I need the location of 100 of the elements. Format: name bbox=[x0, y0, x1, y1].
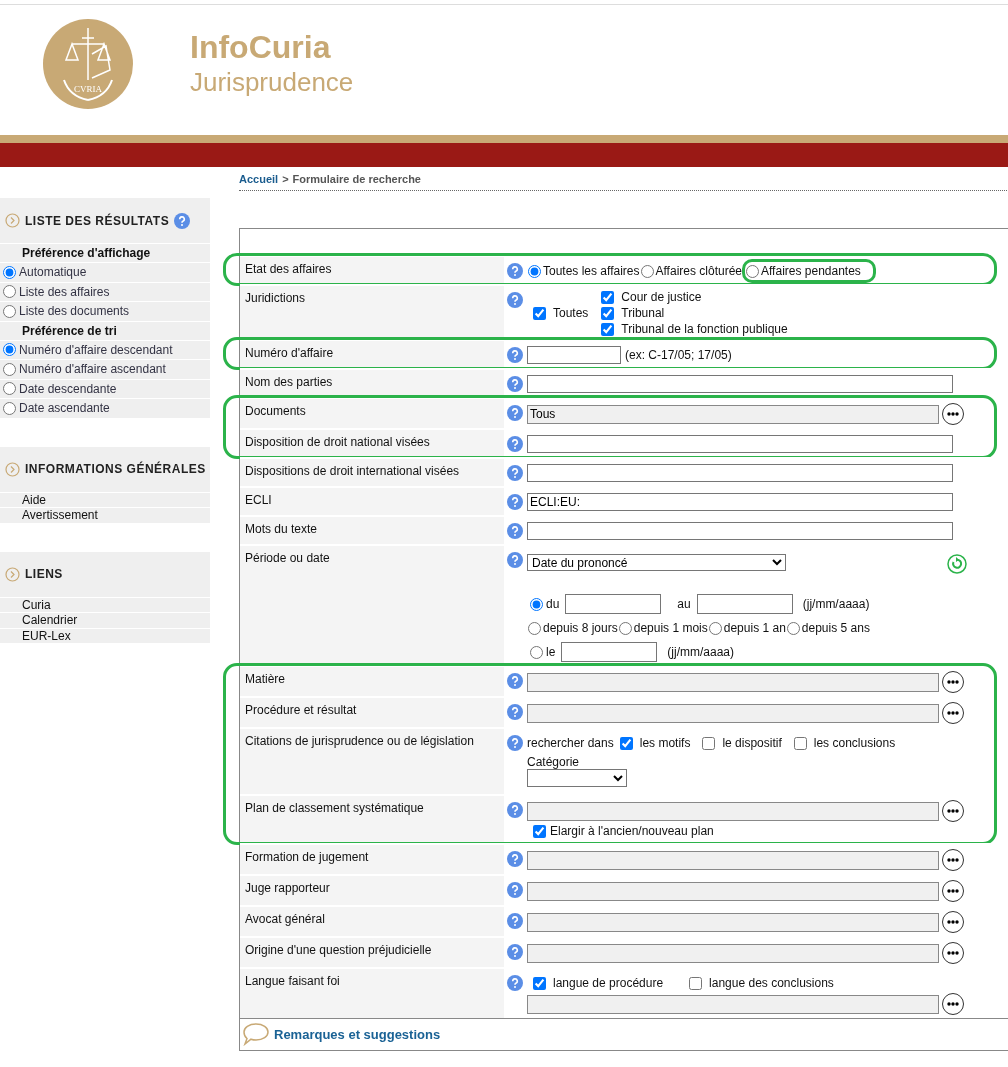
checkbox-label[interactable]: Toutes bbox=[553, 306, 589, 320]
checkbox[interactable] bbox=[619, 736, 633, 750]
sidebar-link[interactable]: Calendrier bbox=[22, 613, 78, 627]
checkbox[interactable] bbox=[533, 976, 546, 990]
option-label[interactable]: depuis 8 jours bbox=[543, 621, 618, 635]
help-icon[interactable] bbox=[507, 944, 523, 960]
radio-button[interactable] bbox=[3, 362, 16, 376]
option-label[interactable]: Toutes les affaires bbox=[543, 264, 640, 278]
option-label[interactable]: Liste des documents bbox=[19, 304, 130, 319]
sidebar-link[interactable]: Curia bbox=[22, 597, 51, 612]
option-label[interactable]: depuis 1 mois bbox=[633, 621, 708, 635]
option-label[interactable]: du bbox=[546, 597, 560, 611]
option-label[interactable]: Affaires clôturée bbox=[655, 264, 742, 278]
help-icon[interactable] bbox=[507, 347, 523, 363]
more-button[interactable] bbox=[942, 702, 964, 724]
sidebar-link[interactable]: Aide bbox=[22, 492, 47, 507]
more-button[interactable] bbox=[942, 671, 964, 693]
help-icon[interactable] bbox=[507, 494, 523, 510]
checkbox-label[interactable]: Elargir à l'ancien/nouveau plan bbox=[550, 824, 714, 838]
picker-field[interactable] bbox=[527, 703, 939, 723]
help-icon[interactable] bbox=[507, 263, 523, 279]
picker-field[interactable] bbox=[527, 801, 939, 821]
checkbox-label[interactable]: Cour de justice bbox=[621, 290, 702, 304]
sidebar-link[interactable]: EUR-Lex bbox=[22, 628, 71, 643]
help-icon[interactable] bbox=[507, 802, 523, 818]
text-field[interactable] bbox=[527, 435, 953, 453]
checkbox[interactable] bbox=[702, 736, 716, 750]
radio-button[interactable] bbox=[3, 382, 16, 396]
picker-field[interactable]: Tous bbox=[527, 404, 939, 424]
radio-button[interactable] bbox=[618, 621, 632, 635]
radio-button[interactable] bbox=[530, 645, 543, 659]
help-icon[interactable] bbox=[507, 465, 523, 481]
radio-button[interactable] bbox=[708, 621, 722, 635]
checkbox[interactable] bbox=[601, 290, 615, 304]
checkbox-label[interactable]: langue des conclusions bbox=[709, 976, 834, 990]
help-icon[interactable] bbox=[507, 704, 523, 720]
checkbox[interactable] bbox=[689, 976, 703, 990]
help-icon[interactable] bbox=[507, 523, 523, 539]
more-button[interactable] bbox=[942, 942, 964, 964]
picker-field[interactable] bbox=[527, 943, 939, 963]
checkbox[interactable] bbox=[601, 306, 615, 320]
more-button[interactable] bbox=[942, 993, 964, 1015]
checkbox-label[interactable]: Tribunal de la fonction publique bbox=[621, 322, 788, 336]
more-button[interactable] bbox=[942, 849, 964, 871]
date-field[interactable] bbox=[561, 642, 658, 662]
date-field[interactable] bbox=[565, 594, 662, 614]
radio-button[interactable] bbox=[528, 621, 541, 635]
radio-button[interactable] bbox=[746, 264, 759, 278]
option-label[interactable]: Liste des affaires bbox=[19, 284, 110, 299]
help-icon[interactable] bbox=[507, 552, 523, 568]
option-label[interactable]: le bbox=[546, 645, 556, 659]
option-label[interactable]: Date descendante bbox=[19, 381, 117, 396]
text-field[interactable]: ECLI:EU: bbox=[527, 493, 953, 511]
date-field[interactable] bbox=[696, 594, 793, 614]
radio-button[interactable] bbox=[640, 264, 654, 278]
help-icon[interactable] bbox=[507, 851, 523, 867]
picker-field[interactable] bbox=[527, 850, 939, 870]
text-field[interactable] bbox=[527, 375, 953, 393]
checkbox[interactable] bbox=[601, 322, 615, 336]
checkbox[interactable] bbox=[533, 306, 546, 320]
more-button[interactable] bbox=[942, 880, 964, 902]
help-icon[interactable] bbox=[507, 405, 523, 421]
help-icon[interactable] bbox=[507, 292, 523, 308]
help-icon[interactable] bbox=[507, 376, 523, 392]
text-field[interactable] bbox=[527, 522, 953, 540]
help-icon[interactable] bbox=[507, 735, 523, 751]
picker-field[interactable] bbox=[527, 912, 939, 932]
option-label[interactable]: Affaires pendantes bbox=[761, 264, 861, 278]
checkbox-label[interactable]: Tribunal bbox=[621, 306, 665, 320]
picker-field[interactable] bbox=[527, 881, 939, 901]
checkbox-label[interactable]: les conclusions bbox=[813, 736, 896, 750]
option-label[interactable]: Numéro d'affaire ascendant bbox=[19, 362, 166, 377]
option-label[interactable]: Numéro d'affaire descendant bbox=[19, 342, 173, 357]
checkbox-label[interactable]: les motifs bbox=[639, 736, 691, 750]
radio-button[interactable] bbox=[3, 285, 16, 299]
checkbox[interactable] bbox=[793, 736, 807, 750]
more-button[interactable] bbox=[942, 800, 964, 822]
breadcrumb-link[interactable]: Accueil bbox=[239, 173, 279, 185]
sidebar-link[interactable]: Avertissement bbox=[22, 508, 98, 522]
radio-button[interactable] bbox=[3, 343, 16, 357]
radio-button[interactable] bbox=[3, 304, 16, 318]
help-icon[interactable] bbox=[507, 436, 523, 452]
reset-icon[interactable] bbox=[947, 554, 967, 574]
picker-field[interactable] bbox=[527, 994, 939, 1014]
text-field[interactable] bbox=[527, 346, 621, 364]
option-label[interactable]: depuis 1 an bbox=[723, 621, 786, 635]
checkbox-label[interactable]: le dispositif bbox=[722, 736, 782, 750]
help-icon[interactable] bbox=[507, 975, 523, 991]
radio-button[interactable] bbox=[3, 401, 16, 415]
more-button[interactable] bbox=[942, 911, 964, 933]
option-label[interactable]: Automatique bbox=[19, 265, 87, 280]
checkbox-label[interactable]: langue de procédure bbox=[553, 976, 664, 990]
help-icon[interactable] bbox=[507, 673, 523, 689]
radio-button[interactable] bbox=[528, 264, 541, 278]
help-icon[interactable] bbox=[507, 913, 523, 929]
option-label[interactable]: Date ascendante bbox=[19, 401, 110, 416]
category-dropdown[interactable] bbox=[527, 769, 627, 787]
text-field[interactable] bbox=[527, 464, 953, 482]
date-type-dropdown[interactable]: Date du prononcé bbox=[527, 553, 786, 571]
help-icon[interactable] bbox=[507, 882, 523, 898]
